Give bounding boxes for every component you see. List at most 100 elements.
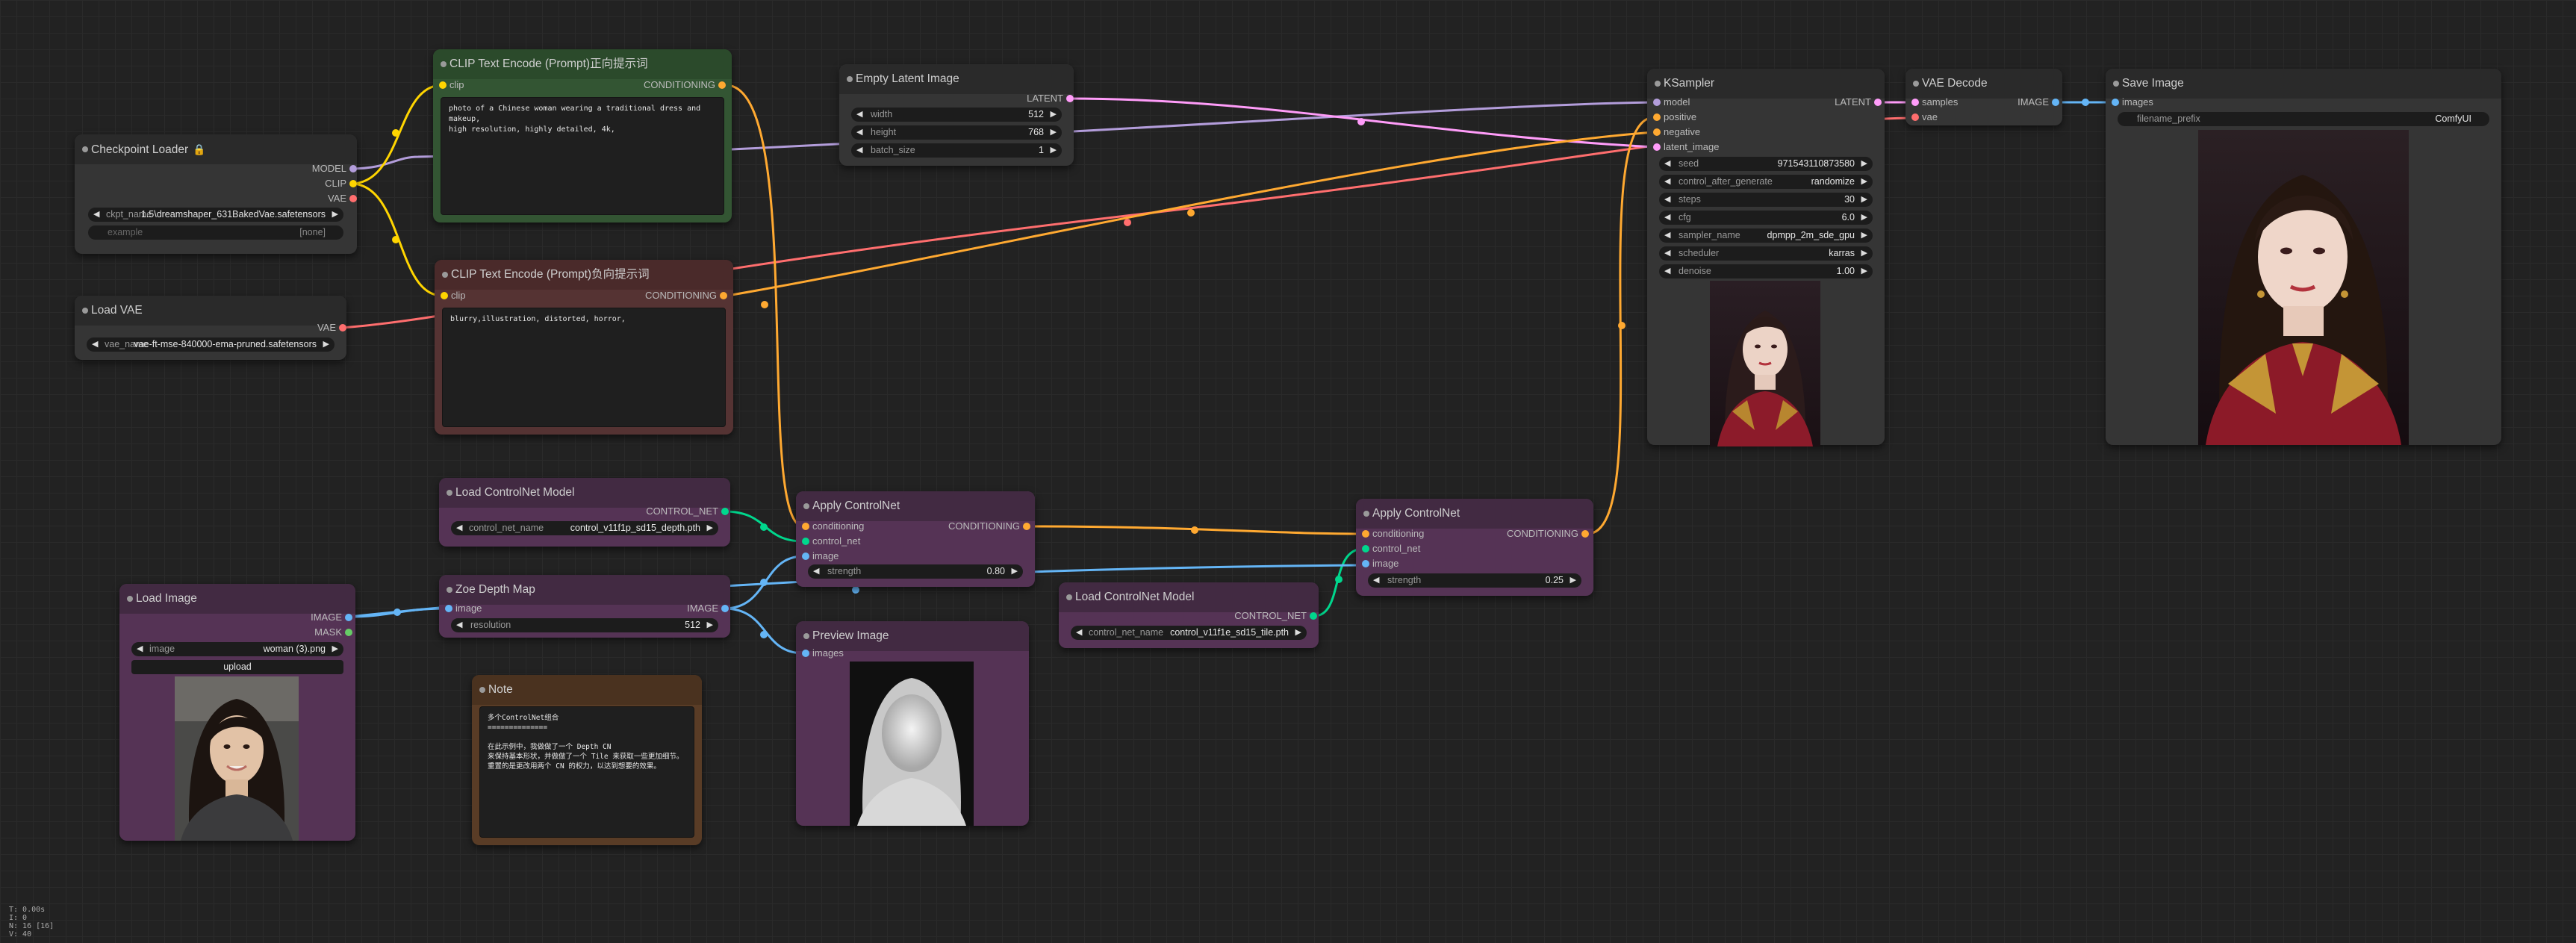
node-load-vae[interactable]: Load VAE VAE ◀ vae_name vae-ft-mse-84000… bbox=[75, 296, 346, 360]
denoise-widget[interactable]: ◀ denoise 1.00 ▶ bbox=[1659, 264, 1873, 278]
output-conditioning[interactable]: CONDITIONING bbox=[645, 289, 727, 302]
arrow-right-icon[interactable]: ▶ bbox=[1861, 157, 1867, 171]
arrow-left-icon[interactable]: ◀ bbox=[1664, 211, 1670, 225]
slot-dot[interactable] bbox=[1653, 113, 1661, 121]
prompt-textarea[interactable]: photo of a Chinese woman wearing a tradi… bbox=[441, 97, 724, 215]
output-image[interactable]: IMAGE bbox=[687, 602, 729, 615]
node-title[interactable]: Load ControlNet Model bbox=[439, 478, 730, 508]
upload-button[interactable]: upload bbox=[131, 660, 343, 674]
slot-dot[interactable] bbox=[1362, 560, 1369, 567]
input-positive[interactable]: positive bbox=[1653, 111, 1696, 124]
arrow-left-icon[interactable]: ◀ bbox=[1664, 228, 1670, 243]
node-title[interactable]: Zoe Depth Map bbox=[439, 575, 730, 605]
slot-dot[interactable] bbox=[1653, 99, 1661, 106]
arrow-right-icon[interactable]: ▶ bbox=[323, 337, 329, 352]
slot-dot[interactable] bbox=[1911, 113, 1919, 121]
slot-dot[interactable] bbox=[1653, 128, 1661, 136]
input-conditioning[interactable]: conditioning bbox=[1362, 527, 1424, 541]
arrow-right-icon[interactable]: ▶ bbox=[1295, 626, 1301, 640]
arrow-right-icon[interactable]: ▶ bbox=[332, 642, 338, 656]
scheduler-widget[interactable]: ◀ scheduler karras ▶ bbox=[1659, 246, 1873, 261]
output-conditioning[interactable]: CONDITIONING bbox=[1507, 527, 1589, 541]
node-load-image[interactable]: Load Image IMAGE MASK ◀ image woman (3).… bbox=[119, 584, 355, 841]
control-net-name-combo[interactable]: ◀ control_net_name control_v11f1p_sd15_d… bbox=[451, 521, 718, 535]
output-conditioning[interactable]: CONDITIONING bbox=[948, 520, 1030, 533]
arrow-left-icon[interactable]: ◀ bbox=[1664, 246, 1670, 261]
slot-dot[interactable] bbox=[720, 292, 727, 299]
ckpt-name-combo[interactable]: ◀ ckpt_name 1.5\dreamshaper_631BakedVae.… bbox=[88, 208, 343, 222]
node-title[interactable]: Empty Latent Image bbox=[839, 64, 1074, 94]
arrow-left-icon[interactable]: ◀ bbox=[92, 337, 98, 352]
slot-dot[interactable] bbox=[718, 81, 726, 89]
sampler-name-widget[interactable]: ◀ sampler_name dpmpp_2m_sde_gpu ▶ bbox=[1659, 228, 1873, 243]
arrow-left-icon[interactable]: ◀ bbox=[1664, 157, 1670, 171]
slot-dot[interactable] bbox=[802, 538, 809, 545]
slot-dot[interactable] bbox=[2112, 99, 2119, 106]
node-note[interactable]: Note 多个ControlNet组合 ============== 在此示例中… bbox=[472, 675, 702, 845]
slot-dot[interactable] bbox=[1874, 99, 1882, 106]
slot-dot[interactable] bbox=[349, 165, 357, 172]
input-clip[interactable]: clip bbox=[439, 78, 464, 92]
output-latent[interactable]: LATENT bbox=[1835, 96, 1882, 109]
node-title[interactable]: Apply ControlNet bbox=[796, 491, 1035, 521]
slot-dot[interactable] bbox=[2052, 99, 2059, 106]
slot-dot[interactable] bbox=[1023, 523, 1030, 530]
output-image[interactable]: IMAGE bbox=[2017, 96, 2059, 109]
arrow-left-icon[interactable]: ◀ bbox=[856, 125, 862, 140]
arrow-left-icon[interactable]: ◀ bbox=[856, 143, 862, 158]
output-control-net[interactable]: CONTROL_NET bbox=[646, 505, 729, 518]
filename-prefix-field[interactable]: filename_prefix ComfyUI bbox=[2118, 112, 2489, 126]
output-clip[interactable]: CLIP bbox=[325, 177, 357, 190]
output-mask[interactable]: MASK bbox=[314, 626, 352, 639]
node-clip-text-encode-positive[interactable]: CLIP Text Encode (Prompt)正向提示词 clip COND… bbox=[433, 49, 732, 222]
arrow-right-icon[interactable]: ▶ bbox=[1861, 264, 1867, 278]
input-image[interactable]: image bbox=[802, 550, 839, 563]
slot-dot[interactable] bbox=[1911, 99, 1919, 106]
arrow-right-icon[interactable]: ▶ bbox=[332, 208, 338, 222]
slot-dot[interactable] bbox=[345, 629, 352, 636]
prompt-textarea[interactable]: blurry,illustration, distorted, horror, bbox=[442, 308, 726, 427]
slot-dot[interactable] bbox=[721, 605, 729, 612]
arrow-left-icon[interactable]: ◀ bbox=[93, 208, 99, 222]
slot-dot[interactable] bbox=[721, 508, 729, 515]
control-net-name-combo[interactable]: ◀ control_net_name control_v11f1e_sd15_t… bbox=[1071, 626, 1307, 640]
output-conditioning[interactable]: CONDITIONING bbox=[644, 78, 726, 92]
node-empty-latent-image[interactable]: Empty Latent Image LATENT ◀ width 512 ▶ … bbox=[839, 64, 1074, 166]
cfg-widget[interactable]: ◀ cfg 6.0 ▶ bbox=[1659, 211, 1873, 225]
node-title[interactable]: Load VAE bbox=[75, 296, 346, 326]
slot-dot[interactable] bbox=[439, 81, 447, 89]
node-title[interactable]: Load ControlNet Model bbox=[1059, 582, 1319, 612]
output-vae[interactable]: VAE bbox=[328, 192, 357, 205]
input-clip[interactable]: clip bbox=[441, 289, 466, 302]
output-model[interactable]: MODEL bbox=[312, 162, 357, 175]
arrow-right-icon[interactable]: ▶ bbox=[1051, 125, 1057, 140]
slot-dot[interactable] bbox=[445, 605, 452, 612]
slot-dot[interactable] bbox=[802, 523, 809, 530]
output-latent[interactable]: LATENT bbox=[1027, 92, 1074, 105]
node-title[interactable]: VAE Decode bbox=[1905, 69, 2062, 99]
slot-dot[interactable] bbox=[1066, 95, 1074, 102]
arrow-left-icon[interactable]: ◀ bbox=[1664, 193, 1670, 207]
arrow-left-icon[interactable]: ◀ bbox=[1076, 626, 1082, 640]
slot-dot[interactable] bbox=[345, 614, 352, 621]
arrow-left-icon[interactable]: ◀ bbox=[456, 618, 462, 632]
node-apply-controlnet-1[interactable]: Apply ControlNet conditioning control_ne… bbox=[796, 491, 1035, 587]
batch-size-widget[interactable]: ◀ batch_size 1 ▶ bbox=[851, 143, 1062, 158]
slot-dot[interactable] bbox=[1653, 143, 1661, 151]
node-vae-decode[interactable]: VAE Decode samples vae IMAGE bbox=[1905, 69, 2062, 125]
output-control-net[interactable]: CONTROL_NET bbox=[1234, 609, 1317, 623]
node-apply-controlnet-2[interactable]: Apply ControlNet conditioning control_ne… bbox=[1356, 499, 1593, 596]
input-conditioning[interactable]: conditioning bbox=[802, 520, 864, 533]
node-load-controlnet-depth[interactable]: Load ControlNet Model CONTROL_NET ◀ cont… bbox=[439, 478, 730, 547]
arrow-right-icon[interactable]: ▶ bbox=[1861, 193, 1867, 207]
arrow-left-icon[interactable]: ◀ bbox=[813, 564, 819, 579]
input-control-net[interactable]: control_net bbox=[802, 535, 860, 548]
node-zoe-depth-map[interactable]: Zoe Depth Map image IMAGE ◀ resolution 5… bbox=[439, 575, 730, 638]
node-title[interactable]: Apply ControlNet bbox=[1356, 499, 1593, 529]
slot-dot[interactable] bbox=[802, 553, 809, 560]
node-title[interactable]: Load Image bbox=[119, 584, 355, 614]
steps-widget[interactable]: ◀ steps 30 ▶ bbox=[1659, 193, 1873, 207]
node-title[interactable]: Save Image bbox=[2106, 69, 2501, 99]
node-preview-image[interactable]: Preview Image images bbox=[796, 621, 1029, 826]
node-ksampler[interactable]: KSampler model positive negative latent_… bbox=[1647, 69, 1885, 446]
